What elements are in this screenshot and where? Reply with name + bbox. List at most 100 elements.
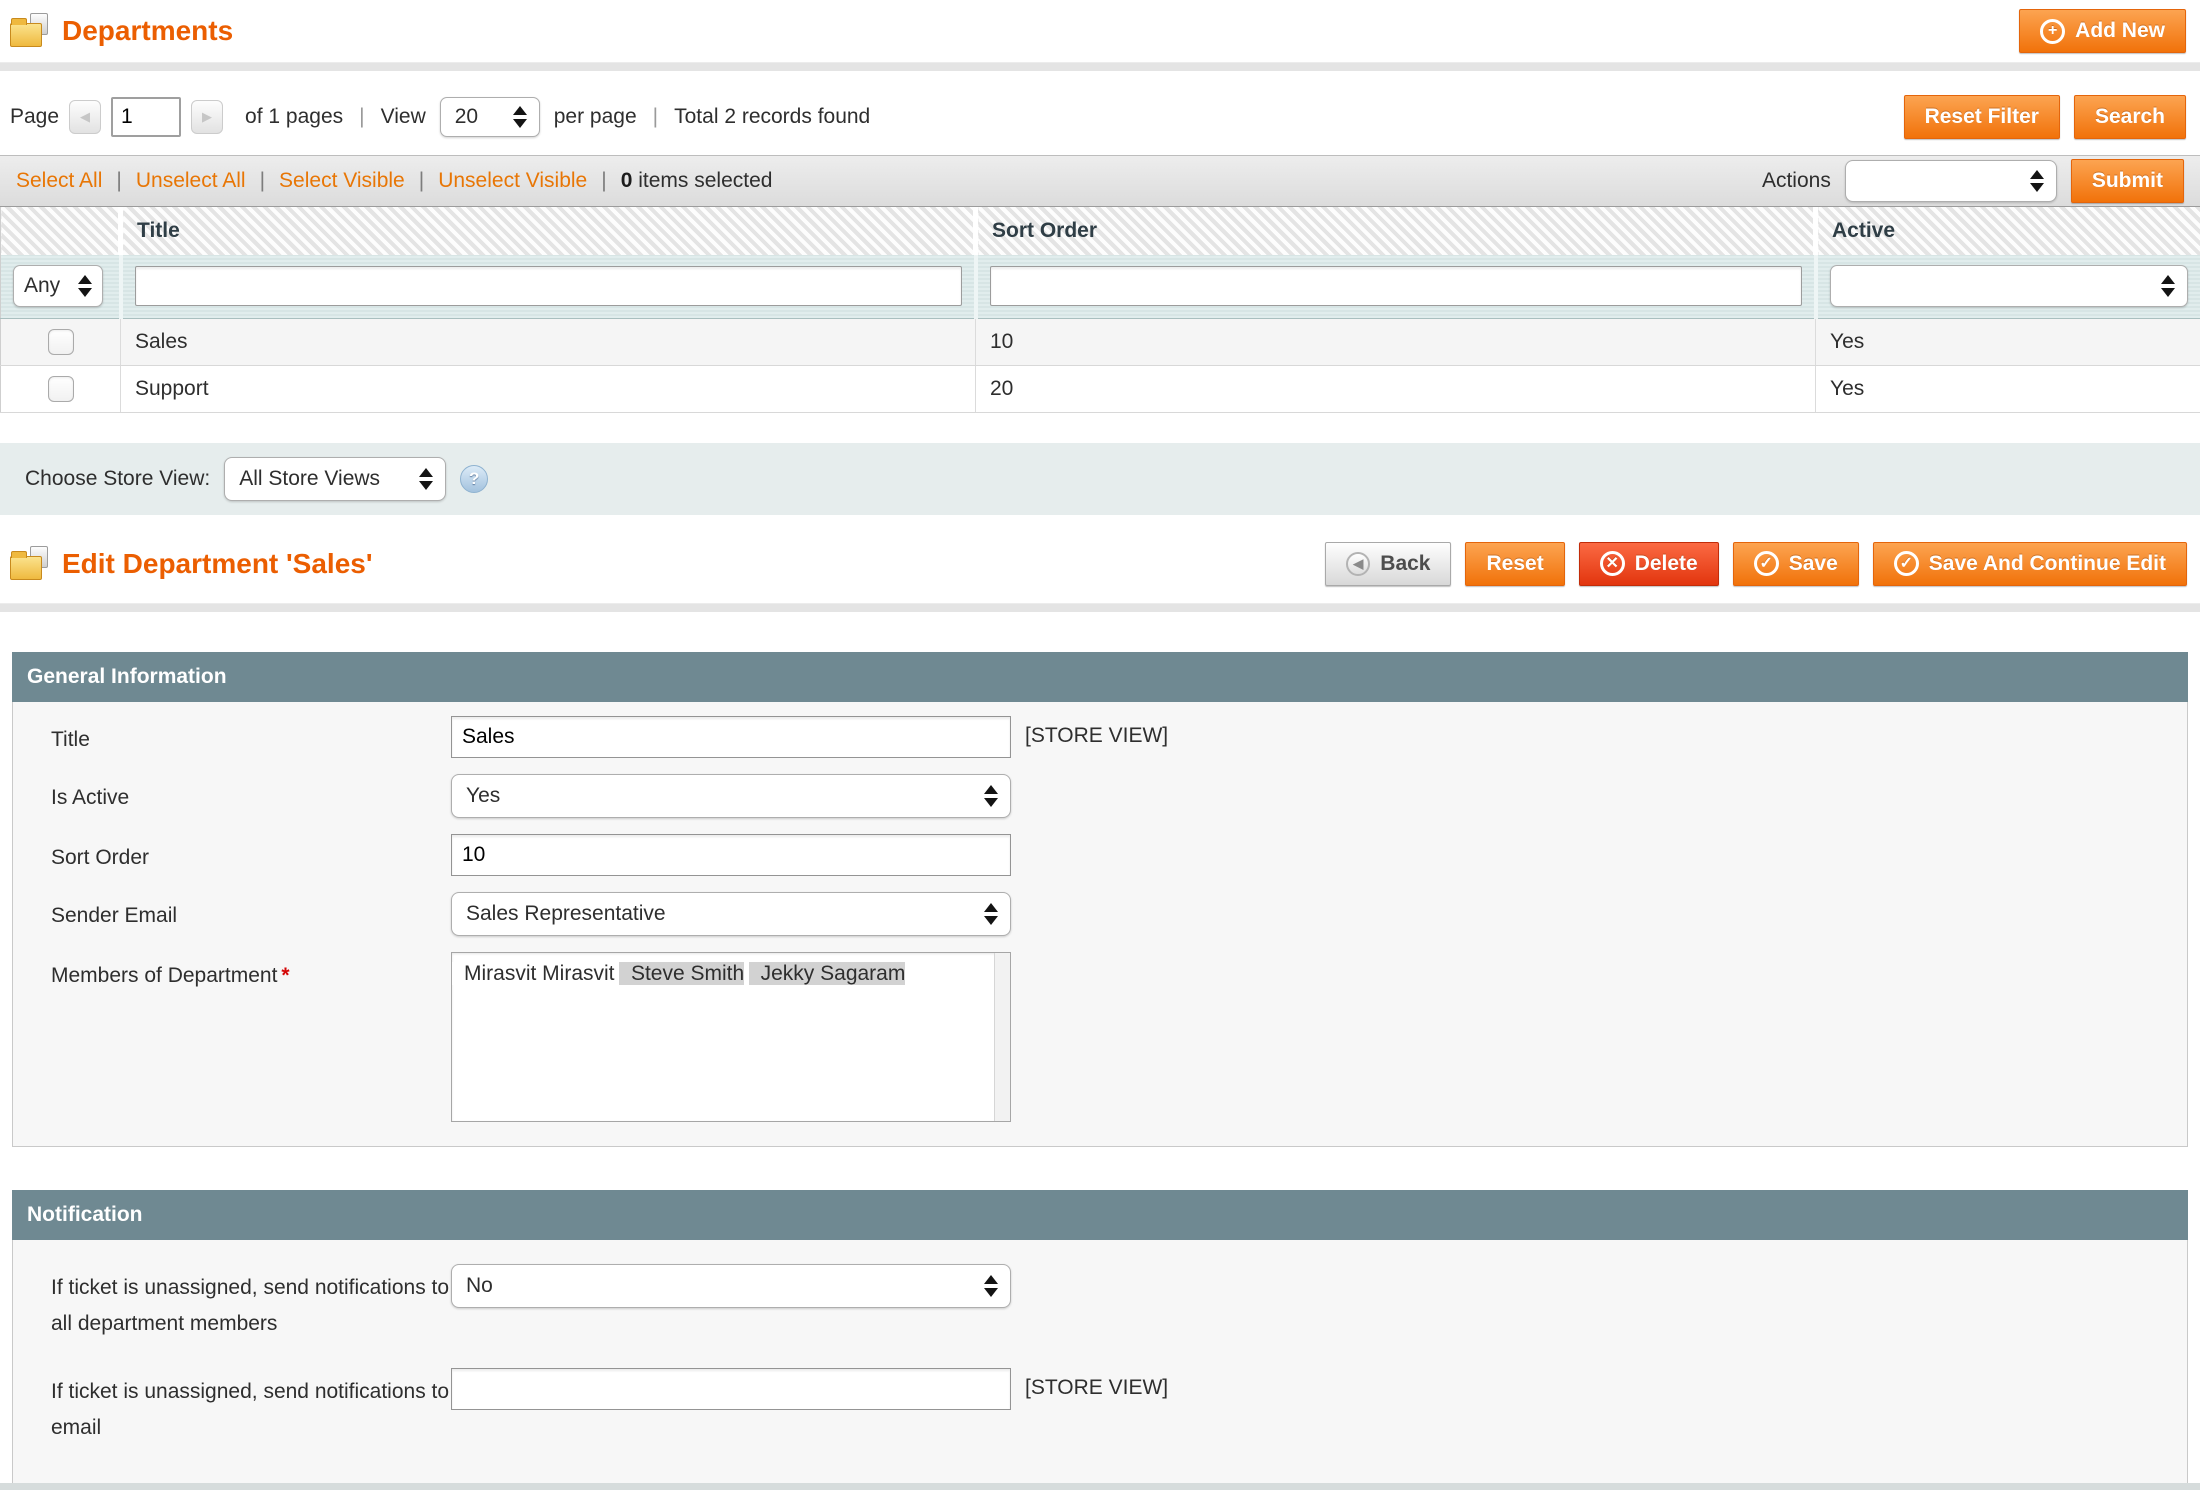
previous-page-icon[interactable]: ◀ <box>69 100 101 134</box>
store-view-select[interactable]: All Store Views <box>224 457 446 501</box>
massaction-bar: Select All | Unselect All | Select Visib… <box>0 155 2200 207</box>
cell-sort-order: 20 <box>976 365 1816 412</box>
edit-header: Edit Department 'Sales' ◀ Back Reset ✕ D… <box>0 533 2200 595</box>
notification-section: Notification If ticket is unassigned, se… <box>12 1190 2188 1487</box>
delete-button[interactable]: ✕ Delete <box>1579 542 1719 586</box>
select-visible-link[interactable]: Select Visible <box>279 169 405 193</box>
title-field-input[interactable] <box>451 716 1011 758</box>
scrollbar[interactable] <box>994 953 1010 1121</box>
members-field-label: Members of Department* <box>51 952 451 994</box>
chevron-updown-icon <box>64 275 92 297</box>
member-option[interactable]: Jekky Sagaram <box>749 962 906 985</box>
of-pages-label: of 1 pages <box>245 105 343 129</box>
folder-icon <box>10 13 50 49</box>
store-view-note: [STORE VIEW] <box>1025 1368 1168 1400</box>
active-filter-select[interactable] <box>1830 265 2189 307</box>
add-new-button[interactable]: + Add New <box>2019 9 2186 53</box>
folder-icon <box>10 546 50 582</box>
row-checkbox[interactable] <box>48 376 74 402</box>
divider <box>0 603 2200 612</box>
chevron-updown-icon <box>2147 275 2175 297</box>
notify-members-field-label: If ticket is unassigned, send notificati… <box>51 1264 451 1342</box>
cell-active: Yes <box>1816 365 2200 412</box>
chevron-updown-icon <box>405 468 433 490</box>
save-and-continue-button[interactable]: ✓ Save And Continue Edit <box>1873 542 2187 586</box>
column-header-sort-order[interactable]: Sort Order <box>976 207 1816 255</box>
actions-label: Actions <box>1762 169 1831 193</box>
delete-icon: ✕ <box>1600 551 1625 576</box>
total-records-label: Total 2 records found <box>674 105 870 129</box>
items-selected-count: 0 items selected <box>621 169 773 193</box>
chevron-updown-icon <box>970 1275 998 1297</box>
sort-order-filter-input[interactable] <box>990 266 1802 306</box>
bottom-strip <box>0 1483 2200 1490</box>
row-checkbox[interactable] <box>48 329 74 355</box>
notify-email-field-label: If ticket is unassigned, send notificati… <box>51 1368 451 1446</box>
column-header-checkbox <box>1 207 121 255</box>
separator: | <box>653 105 658 129</box>
page-number-input[interactable] <box>111 97 181 137</box>
per-page-select[interactable]: 20 <box>440 97 540 137</box>
sort-order-field-input[interactable] <box>451 834 1011 876</box>
store-view-note: [STORE VIEW] <box>1025 716 1168 748</box>
separator: | <box>601 169 606 193</box>
table-row[interactable]: Support 20 Yes <box>1 365 2200 412</box>
chevron-updown-icon <box>2016 170 2044 192</box>
is-active-select[interactable]: Yes <box>451 774 1011 818</box>
back-button[interactable]: ◀ Back <box>1325 542 1451 586</box>
save-button[interactable]: ✓ Save <box>1733 542 1859 586</box>
grid-toolbar: Page ◀ ▶ of 1 pages | View 20 per page |… <box>0 89 2200 145</box>
separator: | <box>359 105 364 129</box>
separator: | <box>419 169 424 193</box>
sender-email-field-label: Sender Email <box>51 892 451 934</box>
notify-members-select[interactable]: No <box>451 1264 1011 1308</box>
divider <box>0 62 2200 71</box>
members-multiselect[interactable]: Mirasvit Mirasvit Steve Smith Jekky Saga… <box>451 952 1011 1122</box>
table-row[interactable]: Sales 10 Yes <box>1 318 2200 365</box>
search-button[interactable]: Search <box>2074 95 2186 139</box>
member-option[interactable]: Steve Smith <box>619 962 744 985</box>
column-header-active[interactable]: Active <box>1816 207 2200 255</box>
notify-email-input[interactable] <box>451 1368 1011 1410</box>
sort-order-field-label: Sort Order <box>51 834 451 876</box>
save-continue-check-icon: ✓ <box>1894 551 1919 576</box>
cell-title: Support <box>121 365 976 412</box>
actions-select[interactable] <box>1845 160 2057 202</box>
page-title-text: Departments <box>62 15 233 47</box>
title-filter-input[interactable] <box>135 266 962 306</box>
is-active-field-label: Is Active <box>51 774 451 816</box>
select-all-link[interactable]: Select All <box>16 169 102 193</box>
general-information-header: General Information <box>12 652 2188 702</box>
separator: | <box>116 169 121 193</box>
general-information-section: General Information Title [STORE VIEW] I… <box>12 652 2188 1147</box>
chevron-updown-icon <box>499 106 527 128</box>
store-view-bar: Choose Store View: All Store Views ? <box>0 443 2200 515</box>
select-any-dropdown[interactable]: Any <box>13 265 103 307</box>
plus-icon: + <box>2040 19 2065 44</box>
page-label: Page <box>10 105 59 129</box>
sender-email-select[interactable]: Sales Representative <box>451 892 1011 936</box>
cell-sort-order: 10 <box>976 318 1816 365</box>
cell-active: Yes <box>1816 318 2200 365</box>
separator: | <box>260 169 265 193</box>
reset-filter-button[interactable]: Reset Filter <box>1904 95 2060 139</box>
reset-button[interactable]: Reset <box>1465 542 1564 586</box>
member-option[interactable]: Mirasvit Mirasvit <box>452 962 615 985</box>
save-check-icon: ✓ <box>1754 551 1779 576</box>
help-icon[interactable]: ? <box>460 465 488 493</box>
unselect-all-link[interactable]: Unselect All <box>136 169 246 193</box>
store-view-label: Choose Store View: <box>25 467 210 491</box>
departments-grid: Title Sort Order Active Any <box>0 207 2200 413</box>
chevron-updown-icon <box>970 785 998 807</box>
edit-page-title: Edit Department 'Sales' <box>10 546 373 582</box>
per-page-label: per page <box>554 105 637 129</box>
unselect-visible-link[interactable]: Unselect Visible <box>438 169 587 193</box>
column-header-title[interactable]: Title <box>121 207 976 255</box>
title-field-label: Title <box>51 716 451 758</box>
next-page-icon[interactable]: ▶ <box>191 100 223 134</box>
page-title: Departments <box>10 13 233 49</box>
submit-button[interactable]: Submit <box>2071 159 2184 203</box>
chevron-updown-icon <box>970 903 998 925</box>
page-header: Departments + Add New <box>0 0 2200 62</box>
edit-title-text: Edit Department 'Sales' <box>62 548 373 580</box>
